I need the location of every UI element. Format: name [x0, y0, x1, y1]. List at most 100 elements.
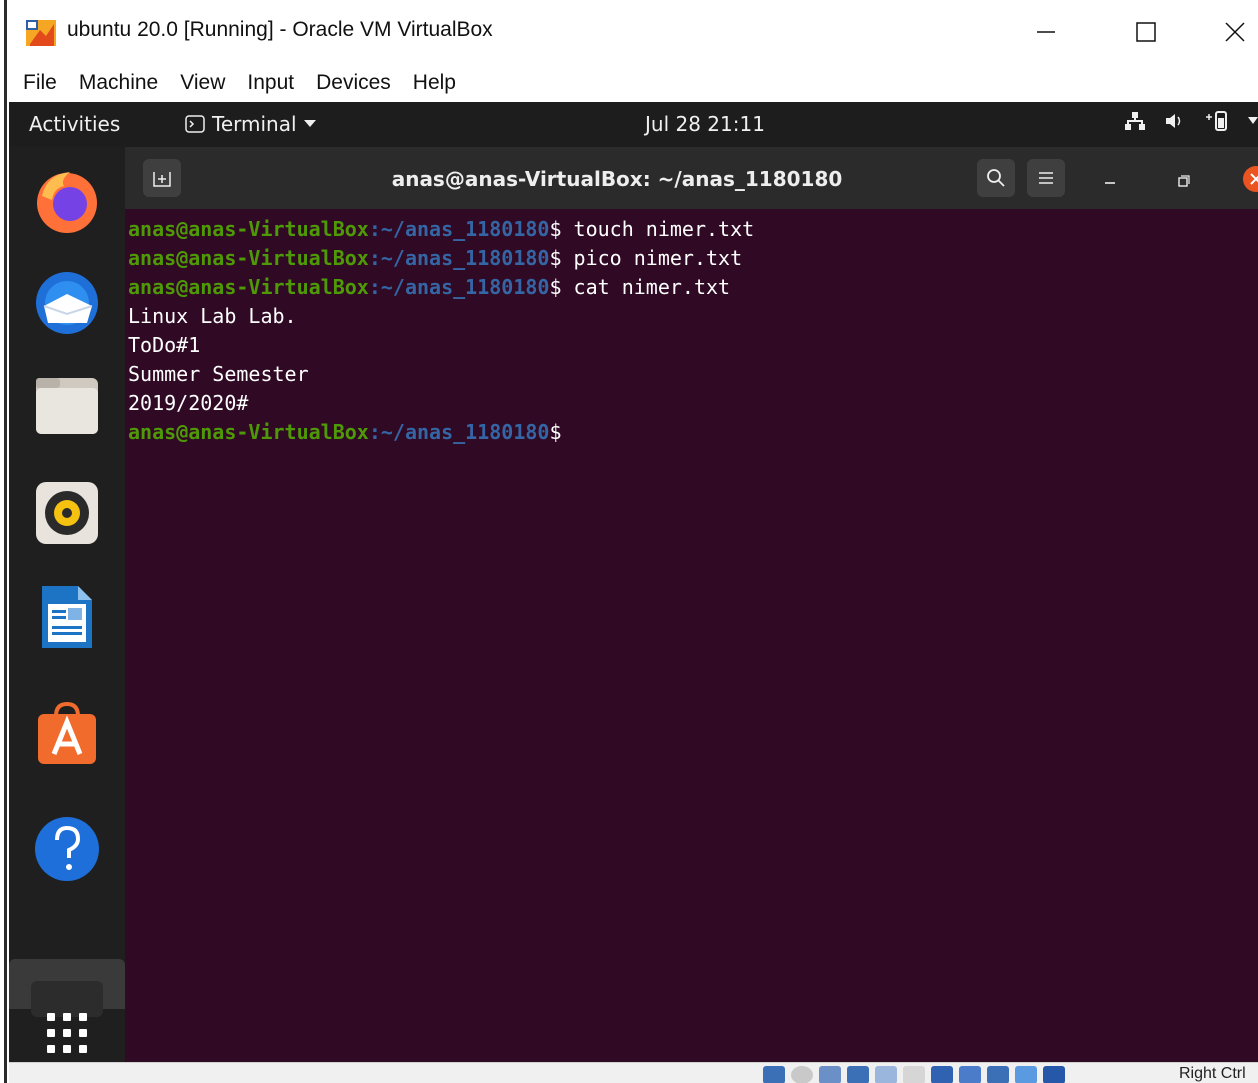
prompt-separator: :	[368, 275, 381, 299]
terminal-title: anas@anas-VirtualBox: ~/anas_1180180	[391, 167, 843, 191]
cpu-icon[interactable]	[987, 1066, 1009, 1083]
menu-input[interactable]: Input	[247, 71, 294, 95]
system-tray[interactable]	[1124, 110, 1258, 132]
host-window-edge	[0, 0, 9, 1083]
system-menu-chevron-icon	[1248, 117, 1258, 124]
virtualbox-logo-icon	[26, 20, 56, 46]
vbox-statusbar: Right Ctrl	[9, 1062, 1258, 1083]
files-icon	[36, 378, 98, 434]
firefox-icon	[37, 172, 97, 233]
output-line: Linux Lab Lab.	[128, 304, 297, 328]
maximize-button[interactable]	[1123, 10, 1169, 54]
prompt-separator: :	[368, 217, 381, 241]
battery-icon	[1206, 111, 1227, 131]
chevron-down-icon	[303, 120, 316, 127]
menu-machine[interactable]: Machine	[79, 71, 158, 95]
menu-devices[interactable]: Devices	[316, 71, 391, 95]
recording-icon[interactable]	[959, 1066, 981, 1083]
shared-folders-icon[interactable]	[903, 1066, 925, 1083]
hard-disk-icon[interactable]	[763, 1066, 785, 1083]
hamburger-menu-button[interactable]	[1027, 159, 1065, 197]
menu-view[interactable]: View	[180, 71, 225, 95]
prompt-user: anas@anas-VirtualBox	[128, 217, 369, 241]
close-icon	[1225, 22, 1245, 42]
minimize-icon	[1037, 31, 1055, 33]
prompt-path: ~/anas_1180180	[380, 217, 550, 241]
ubuntu-dock	[9, 147, 125, 1062]
minimize-button[interactable]	[1023, 10, 1069, 54]
minimize-icon	[1105, 182, 1115, 184]
restore-icon	[1178, 175, 1190, 187]
prompt-symbol: $	[549, 217, 562, 241]
optical-drive-icon[interactable]	[791, 1066, 813, 1083]
output-line: ToDo#1	[128, 333, 201, 357]
prompt-user: anas@anas-VirtualBox	[128, 420, 369, 444]
command-text: touch nimer.txt	[561, 217, 755, 241]
window-title: ubuntu 20.0 [Running] - Oracle VM Virtua…	[67, 18, 493, 41]
app-menu-button[interactable]: Terminal	[185, 112, 316, 136]
dock-help[interactable]	[31, 813, 103, 885]
menubar: File Machine View Input Devices Help	[9, 64, 1258, 102]
output-line: Summer Semester	[128, 362, 309, 386]
terminal-output[interactable]: anas@anas-VirtualBox:~/anas_1180180$ tou…	[125, 209, 1258, 1062]
activities-button[interactable]: Activities	[29, 112, 120, 136]
guest-display[interactable]: Activities Terminal Jul 28 21:11 anas@an…	[9, 102, 1258, 1062]
prompt-symbol: $	[549, 246, 562, 270]
terminal-line: anas@anas-VirtualBox:~/anas_1180180$ pic…	[128, 244, 1258, 273]
prompt-path: ~/anas_1180180	[380, 246, 550, 270]
prompt-separator: :	[368, 246, 381, 270]
thunderbird-icon	[36, 272, 98, 334]
prompt-symbol: $	[549, 420, 562, 444]
usb-icon[interactable]	[875, 1066, 897, 1083]
dock-firefox[interactable]	[31, 165, 103, 237]
dock-rhythmbox[interactable]	[31, 477, 103, 549]
mouse-integration-icon[interactable]	[1015, 1066, 1037, 1083]
dock-show-apps[interactable]	[31, 997, 103, 1062]
display-icon[interactable]	[931, 1066, 953, 1083]
terminal-line: anas@anas-VirtualBox:~/anas_1180180$	[128, 418, 1258, 447]
prompt-user: anas@anas-VirtualBox	[128, 246, 369, 270]
prompt-path: ~/anas_1180180	[380, 420, 550, 444]
show-apps-icon	[47, 1013, 87, 1053]
terminal-line: anas@anas-VirtualBox:~/anas_1180180$ cat…	[128, 273, 1258, 302]
close-button[interactable]	[1212, 10, 1258, 54]
libreoffice-writer-icon	[42, 586, 92, 648]
search-icon	[987, 169, 1005, 187]
window-titlebar[interactable]: ubuntu 20.0 [Running] - Oracle VM Virtua…	[9, 0, 1258, 64]
app-menu-label: Terminal	[212, 112, 297, 136]
gnome-top-bar: Activities Terminal Jul 28 21:11	[9, 102, 1258, 147]
dock-files[interactable]	[31, 369, 103, 441]
terminal-small-icon	[185, 115, 205, 133]
network-adapter-icon[interactable]	[847, 1066, 869, 1083]
prompt-user: anas@anas-VirtualBox	[128, 275, 369, 299]
menu-file[interactable]: File	[23, 71, 57, 95]
close-icon	[1243, 166, 1258, 192]
help-icon	[35, 817, 99, 881]
prompt-separator: :	[368, 420, 381, 444]
command-text: cat nimer.txt	[561, 275, 731, 299]
terminal-close-button[interactable]	[1243, 166, 1258, 197]
network-icon	[1125, 112, 1145, 130]
search-button[interactable]	[977, 159, 1015, 197]
menu-help[interactable]: Help	[413, 71, 456, 95]
maximize-icon	[1136, 22, 1156, 42]
dock-software-center[interactable]	[31, 697, 103, 769]
prompt-path: ~/anas_1180180	[380, 275, 550, 299]
status-indicators[interactable]	[763, 1066, 1065, 1083]
software-center-icon	[38, 701, 96, 764]
dock-libreoffice-writer[interactable]	[31, 581, 103, 653]
rhythmbox-icon	[36, 482, 98, 544]
dock-thunderbird[interactable]	[31, 267, 103, 339]
output-line: 2019/2020#	[128, 391, 249, 415]
prompt-symbol: $	[549, 275, 562, 299]
hamburger-icon	[1039, 172, 1053, 184]
clock[interactable]: Jul 28 21:11	[645, 112, 765, 136]
audio-icon[interactable]	[819, 1066, 841, 1083]
terminal-headerbar[interactable]: anas@anas-VirtualBox: ~/anas_1180180	[125, 147, 1258, 209]
host-key-label: Right Ctrl	[1179, 1065, 1246, 1082]
terminal-restore-button[interactable]	[1178, 174, 1190, 192]
keyboard-capture-icon[interactable]	[1043, 1066, 1065, 1083]
volume-icon	[1166, 114, 1181, 128]
command-text: pico nimer.txt	[561, 246, 743, 270]
terminal-minimize-button[interactable]	[1103, 172, 1117, 191]
